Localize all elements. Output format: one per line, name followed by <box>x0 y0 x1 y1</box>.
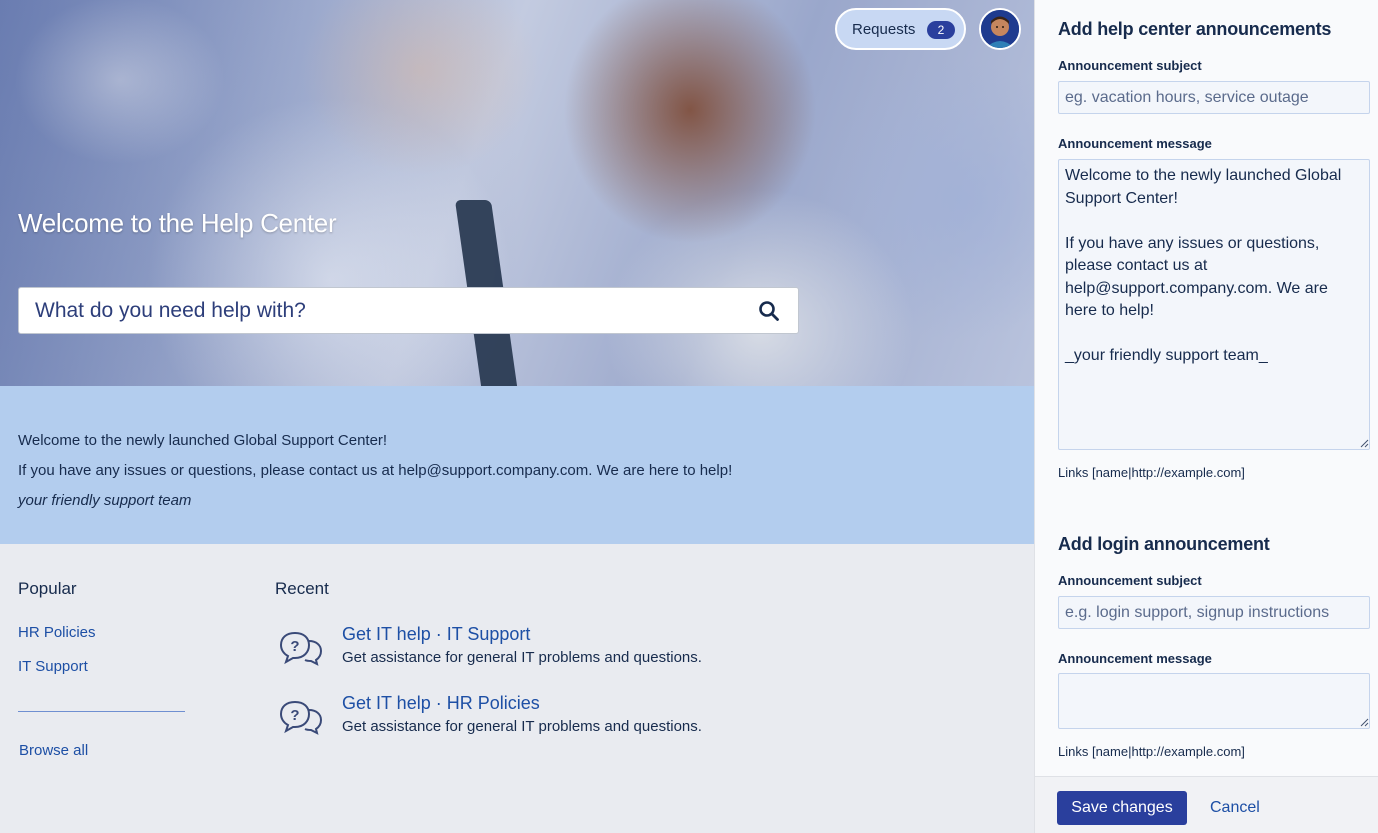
recent-item-link[interactable]: Get IT help · IT Support <box>342 624 530 645</box>
hero-banner: Welcome to the Help Center Requests 2 <box>0 0 1034 386</box>
announcement-line: If you have any issues or questions, ple… <box>18 462 733 479</box>
help-center-message-label: Announcement message <box>1058 136 1212 151</box>
resize-handle-icon[interactable] <box>1360 439 1369 448</box>
svg-text:?: ? <box>290 707 299 724</box>
chat-question-icon: ? <box>279 700 323 735</box>
login-subject-input[interactable] <box>1058 596 1370 629</box>
chat-question-icon: ? <box>279 631 323 666</box>
login-message-label: Announcement message <box>1058 651 1212 666</box>
search-box[interactable] <box>18 287 799 334</box>
help-center-links-hint: Links [name|http://example.com] <box>1058 465 1245 480</box>
announcement-line: Welcome to the newly launched Global Sup… <box>18 432 388 449</box>
popular-link-it-support[interactable]: IT Support <box>18 658 88 675</box>
resize-handle-icon[interactable] <box>1360 718 1369 727</box>
save-changes-button[interactable]: Save changes <box>1057 791 1187 825</box>
user-avatar-icon <box>981 10 1019 48</box>
help-center-main: Welcome to the Help Center Requests 2 We <box>0 0 1034 833</box>
announcement-signature: your friendly support team <box>18 492 192 509</box>
help-center-subject-label: Announcement subject <box>1058 58 1202 73</box>
popular-link-hr-policies[interactable]: HR Policies <box>18 624 96 641</box>
recent-item-description: Get assistance for general IT problems a… <box>342 649 702 666</box>
help-center-message-textarea[interactable]: Welcome to the newly launched Global Sup… <box>1058 159 1370 450</box>
search-icon[interactable] <box>758 300 780 322</box>
hero-title: Welcome to the Help Center <box>18 208 337 238</box>
recent-heading: Recent <box>275 579 329 598</box>
requests-button[interactable]: Requests 2 <box>835 8 966 50</box>
login-links-hint: Links [name|http://example.com] <box>1058 744 1245 759</box>
recent-item[interactable]: ? Get IT help · IT Support Get assistanc… <box>275 623 795 675</box>
browse-all-link[interactable]: Browse all <box>19 742 88 759</box>
panel-footer: Save changes Cancel <box>1035 776 1378 833</box>
avatar[interactable] <box>979 8 1021 50</box>
cancel-button[interactable]: Cancel <box>1210 799 1260 817</box>
login-message-textarea[interactable] <box>1058 673 1370 729</box>
login-subject-label: Announcement subject <box>1058 573 1202 588</box>
help-center-announcements-title: Add help center announcements <box>1058 19 1332 39</box>
recent-item-link[interactable]: Get IT help · HR Policies <box>342 693 540 714</box>
announcement-settings-panel: Add help center announcements Announceme… <box>1034 0 1378 833</box>
search-input[interactable] <box>35 288 735 333</box>
help-center-subject-input[interactable] <box>1058 81 1370 114</box>
recent-item-description: Get assistance for general IT problems a… <box>342 718 702 735</box>
login-announcement-title: Add login announcement <box>1058 534 1270 554</box>
recent-item[interactable]: ? Get IT help · HR Policies Get assistan… <box>275 692 795 744</box>
popular-heading: Popular <box>18 579 77 598</box>
requests-label: Requests <box>852 21 916 38</box>
announcement-banner: Welcome to the newly launched Global Sup… <box>0 386 1034 544</box>
svg-text:?: ? <box>290 638 299 655</box>
divider <box>18 711 185 712</box>
requests-count-badge: 2 <box>927 21 955 39</box>
